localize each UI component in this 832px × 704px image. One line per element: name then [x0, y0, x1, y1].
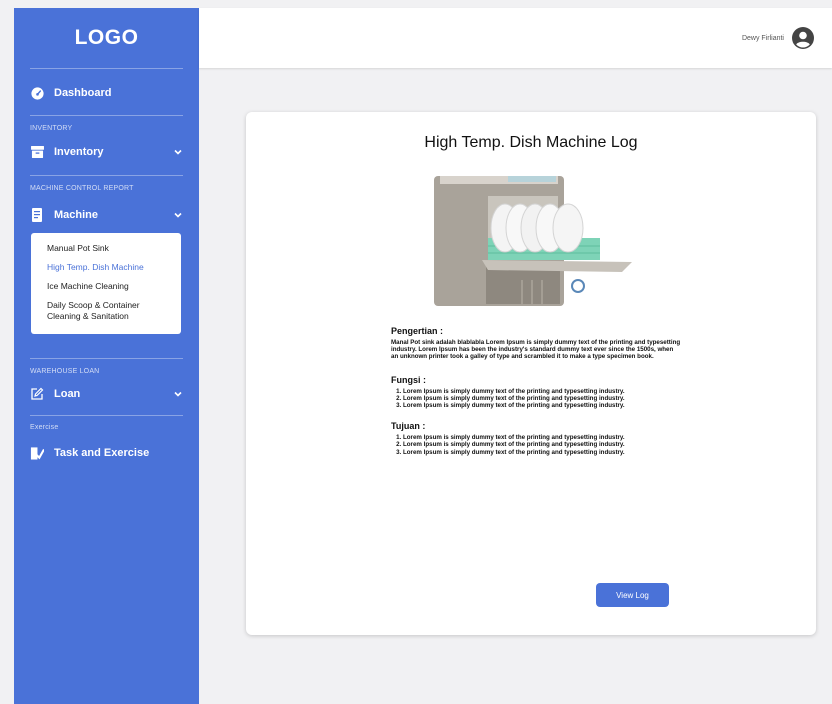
list-item: Lorem Ipsum is simply dummy text of the …	[403, 434, 681, 441]
tujuan-heading: Tujuan :	[391, 421, 426, 432]
view-log-button[interactable]: View Log	[596, 583, 669, 607]
sidebar-item-dashboard[interactable]: Dashboard	[14, 79, 199, 107]
page-title: High Temp. Dish Machine Log	[424, 134, 638, 151]
sidebar-item-task-and-exercise[interactable]: Task and Exercise	[14, 439, 199, 467]
sidebar-item-label: Task and Exercise	[54, 447, 150, 459]
speedometer-icon	[30, 86, 44, 100]
top-header: Dewy Firlianti	[199, 8, 832, 68]
sidebar-item-machine[interactable]: Machine	[14, 201, 199, 229]
submenu-item-high-temp-dish-machine[interactable]: High Temp. Dish Machine	[47, 262, 169, 273]
chevron-down-icon[interactable]	[173, 147, 183, 157]
list-item: Lorem Ipsum is simply dummy text of the …	[403, 388, 681, 395]
sidebar: LOGO Dashboard INVENTORY Inventory MACHI…	[14, 8, 199, 704]
archive-box-icon	[30, 145, 44, 159]
sidebar-item-label: Dashboard	[54, 87, 112, 99]
fungsi-heading: Fungsi :	[391, 374, 426, 385]
list-item: Lorem Ipsum is simply dummy text of the …	[403, 402, 681, 409]
submenu-item-daily-scoop[interactable]: Daily Scoop & Container Cleaning & Sanit…	[47, 300, 167, 322]
machine-submenu: Manual Pot Sink High Temp. Dish Machine …	[31, 233, 181, 334]
section-label-warehouse: WAREHOUSE LOAN	[30, 368, 100, 375]
sidebar-item-label: Loan	[54, 388, 81, 400]
description-content: Pengertian : Manal Pot sink adalah blabl…	[391, 326, 681, 468]
edit-icon	[30, 387, 44, 401]
sidebar-item-loan[interactable]: Loan	[14, 380, 199, 408]
pengertian-heading: Pengertian :	[391, 326, 444, 336]
user-name: Dewy Firlianti	[741, 35, 784, 42]
chevron-down-icon[interactable]	[173, 389, 183, 399]
section-label-machine: MACHINE CONTROL REPORT	[30, 185, 134, 192]
pengertian-text: Manal Pot sink adalah blablabla Lorem Ip…	[391, 339, 681, 361]
fungsi-list: Lorem Ipsum is simply dummy text of the …	[391, 388, 681, 410]
list-item: Lorem Ipsum is simply dummy text of the …	[403, 449, 681, 456]
document-icon	[30, 208, 44, 222]
user-circle-icon[interactable]	[792, 27, 814, 49]
chevron-down-icon[interactable]	[173, 210, 183, 220]
logo: LOGO	[74, 26, 139, 49]
section-label-exercise: Exercise	[30, 424, 59, 431]
sidebar-item-inventory[interactable]: Inventory	[14, 138, 199, 166]
submenu-item-manual-pot-sink[interactable]: Manual Pot Sink	[47, 243, 169, 254]
submenu-item-ice-machine-cleaning[interactable]: Ice Machine Cleaning	[47, 281, 169, 292]
dish-machine-image	[432, 176, 636, 308]
list-item: Lorem Ipsum is simply dummy text of the …	[403, 441, 681, 448]
sidebar-item-label: Inventory	[54, 146, 104, 158]
sidebar-item-label: Machine	[54, 209, 99, 221]
tujuan-list: Lorem Ipsum is simply dummy text of the …	[391, 434, 681, 456]
tasks-icon	[30, 446, 44, 460]
machine-log-card: High Temp. Dish Machine Log Pengertian :	[246, 112, 816, 635]
list-item: Lorem Ipsum is simply dummy text of the …	[403, 395, 681, 402]
section-label-inventory: INVENTORY	[30, 125, 73, 132]
